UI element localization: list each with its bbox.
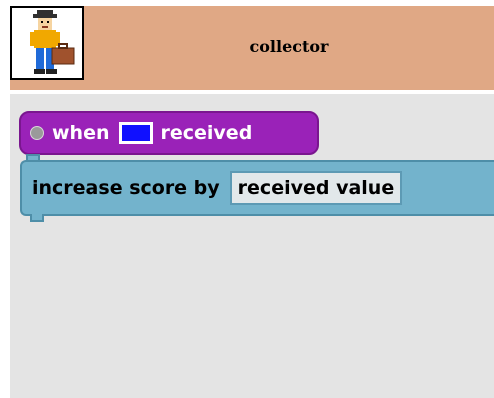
hat-received-label: received — [160, 122, 253, 144]
command-block-bottom-notch — [30, 214, 44, 222]
hat-block-dot-icon — [30, 126, 44, 140]
increase-score-label: increase score by — [32, 177, 220, 199]
hat-when-label: when — [52, 122, 110, 144]
sprite-name: collector — [249, 36, 329, 56]
person-with-briefcase-icon — [30, 10, 75, 74]
sprite-avatar[interactable] — [10, 6, 84, 80]
increase-score-block[interactable]: increase score by received value — [20, 160, 494, 216]
received-value-slot[interactable]: received value — [229, 171, 403, 205]
when-received-hat-block[interactable]: when received — [19, 111, 319, 155]
message-color-swatch[interactable] — [118, 122, 153, 144]
app-window: collector when received increase score b… — [0, 0, 494, 398]
